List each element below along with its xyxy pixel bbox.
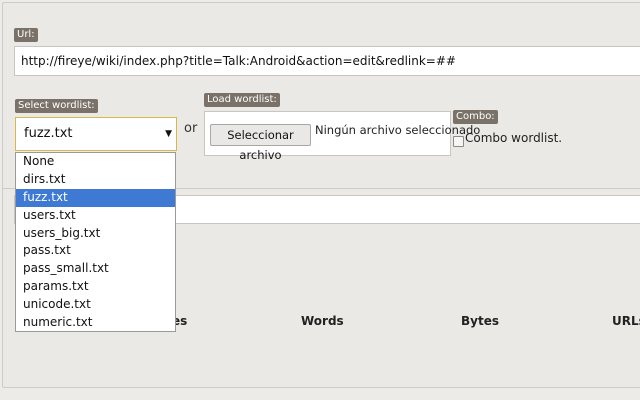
column-header-bytes: Bytes [461, 314, 499, 328]
select-wordlist-label: Select wordlist: [15, 99, 98, 113]
column-header-urls: URLs [612, 314, 640, 328]
combo-label: Combo: [453, 110, 498, 124]
wordlist-option[interactable]: dirs.txt [16, 171, 175, 189]
wordlist-option[interactable]: numeric.txt [16, 314, 175, 332]
chevron-down-icon: ▼ [165, 129, 172, 139]
wordlist-option[interactable]: users_big.txt [16, 225, 175, 243]
column-header-words: Words [301, 314, 344, 328]
wordlist-dropdown: None dirs.txt fuzz.txt users.txt users_b… [15, 152, 176, 332]
wordlist-select[interactable]: fuzz.txt ▼ [15, 117, 177, 151]
wordlist-option[interactable]: pass_small.txt [16, 260, 175, 278]
wordlist-option[interactable]: pass.txt [16, 242, 175, 260]
url-label: Url: [14, 28, 38, 42]
load-wordlist-label: Load wordlist: [204, 93, 280, 107]
wordlist-option[interactable]: None [16, 153, 175, 171]
wordlist-option-selected[interactable]: fuzz.txt [16, 188, 175, 207]
wordlist-option[interactable]: unicode.txt [16, 296, 175, 314]
wordlist-option[interactable]: params.txt [16, 278, 175, 296]
wordlist-selected-value: fuzz.txt [24, 126, 73, 141]
choose-file-button[interactable]: Seleccionar archivo [210, 124, 311, 162]
combo-wordlist-label: Combo wordlist. [465, 131, 563, 145]
url-input[interactable]: http://fireye/wiki/index.php?title=Talk:… [14, 46, 640, 76]
combo-wordlist-checkbox[interactable] [453, 136, 464, 147]
or-text: or [184, 121, 198, 136]
file-input: Seleccionar archivo Ningún archivo selec… [204, 111, 480, 162]
wordlist-option[interactable]: users.txt [16, 207, 175, 225]
file-status-text: Ningún archivo seleccionado [315, 123, 481, 137]
